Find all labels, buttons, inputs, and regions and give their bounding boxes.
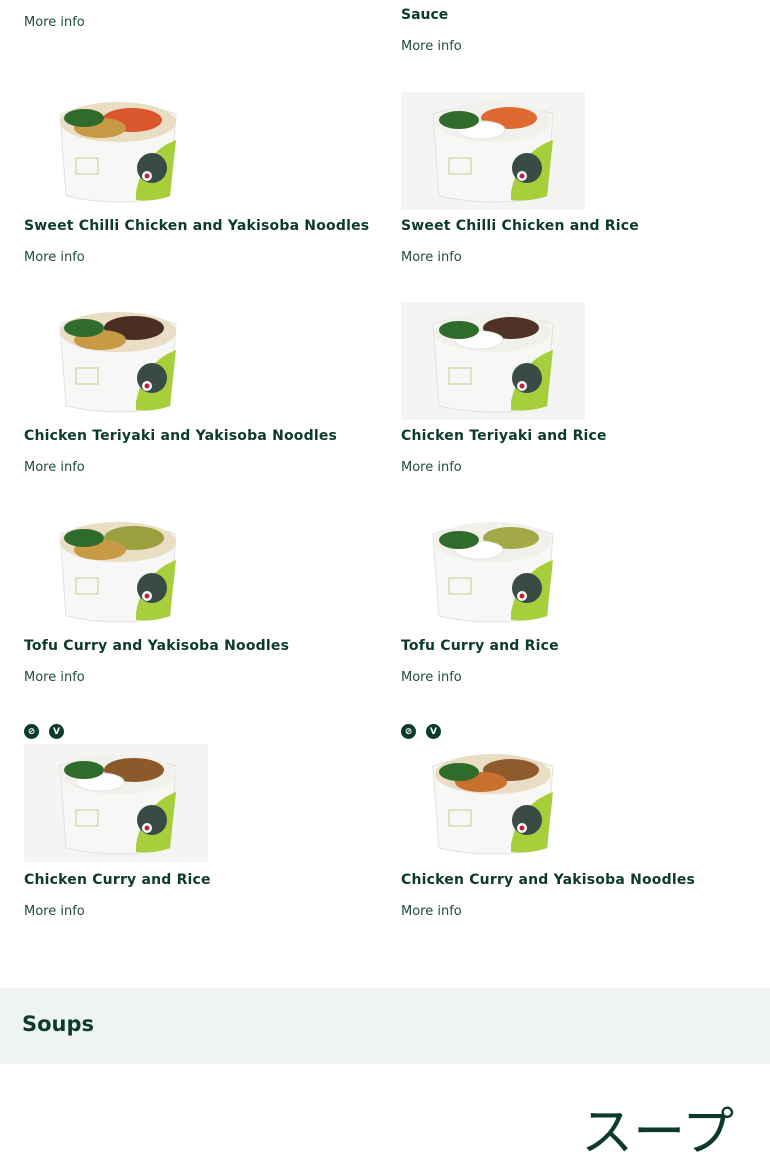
product-image[interactable] [24,512,208,630]
more-info-link[interactable]: More info [401,904,462,919]
product-image[interactable] [401,92,585,210]
food-bowl-image [432,754,554,855]
product-title: Sweet Chilli Chicken and Rice [401,218,639,234]
product-title: Chicken Curry and Yakisoba Noodles [401,872,696,888]
product-image[interactable] [24,744,208,862]
more-info-link[interactable]: More info [401,39,462,54]
food-bowl-image [59,312,177,413]
product-image[interactable] [401,512,585,630]
product-image[interactable] [24,302,208,420]
vegetarian-icon: V [49,724,64,739]
food-bowl-image [59,102,177,203]
product-title: Chicken Teriyaki and Rice [401,428,607,444]
product-image[interactable] [24,92,208,210]
section-japanese-title: スープ [581,1103,734,1152]
product-title: Chicken Curry and Rice [24,872,211,888]
menu-page: More info Sauce More info Sweet Chilli C… [0,0,770,1152]
product-image[interactable] [401,302,585,420]
food-bowl-image [432,102,554,203]
product-title: Chicken Teriyaki and Yakisoba Noodles [24,428,338,444]
product-title: Sweet Chilli Chicken and Yakisoba Noodle… [24,218,370,234]
more-info-link[interactable]: More info [24,250,85,265]
more-info-link[interactable]: More info [24,460,85,475]
leaf-icon: ⊘ [401,724,416,739]
dietary-badges: ⊘ V [401,724,441,739]
product-title: Sauce [401,7,449,23]
more-info-link[interactable]: More info [401,250,462,265]
dietary-badges: ⊘ V [24,724,64,739]
vegetarian-icon: V [426,724,441,739]
food-bowl-image [432,312,554,413]
more-info-link[interactable]: More info [24,15,85,30]
product-title: Tofu Curry and Yakisoba Noodles [24,638,290,654]
product-title: Tofu Curry and Rice [401,638,559,654]
section-header-soups: Soups [0,988,770,1064]
product-image[interactable] [401,744,585,862]
food-bowl-image [59,522,177,623]
more-info-link[interactable]: More info [24,670,85,685]
food-bowl-image [432,522,554,623]
more-info-link[interactable]: More info [401,460,462,475]
more-info-link[interactable]: More info [24,904,85,919]
more-info-link[interactable]: More info [401,670,462,685]
leaf-icon: ⊘ [24,724,39,739]
section-title: Soups [22,1012,95,1036]
food-bowl-image [59,754,177,855]
